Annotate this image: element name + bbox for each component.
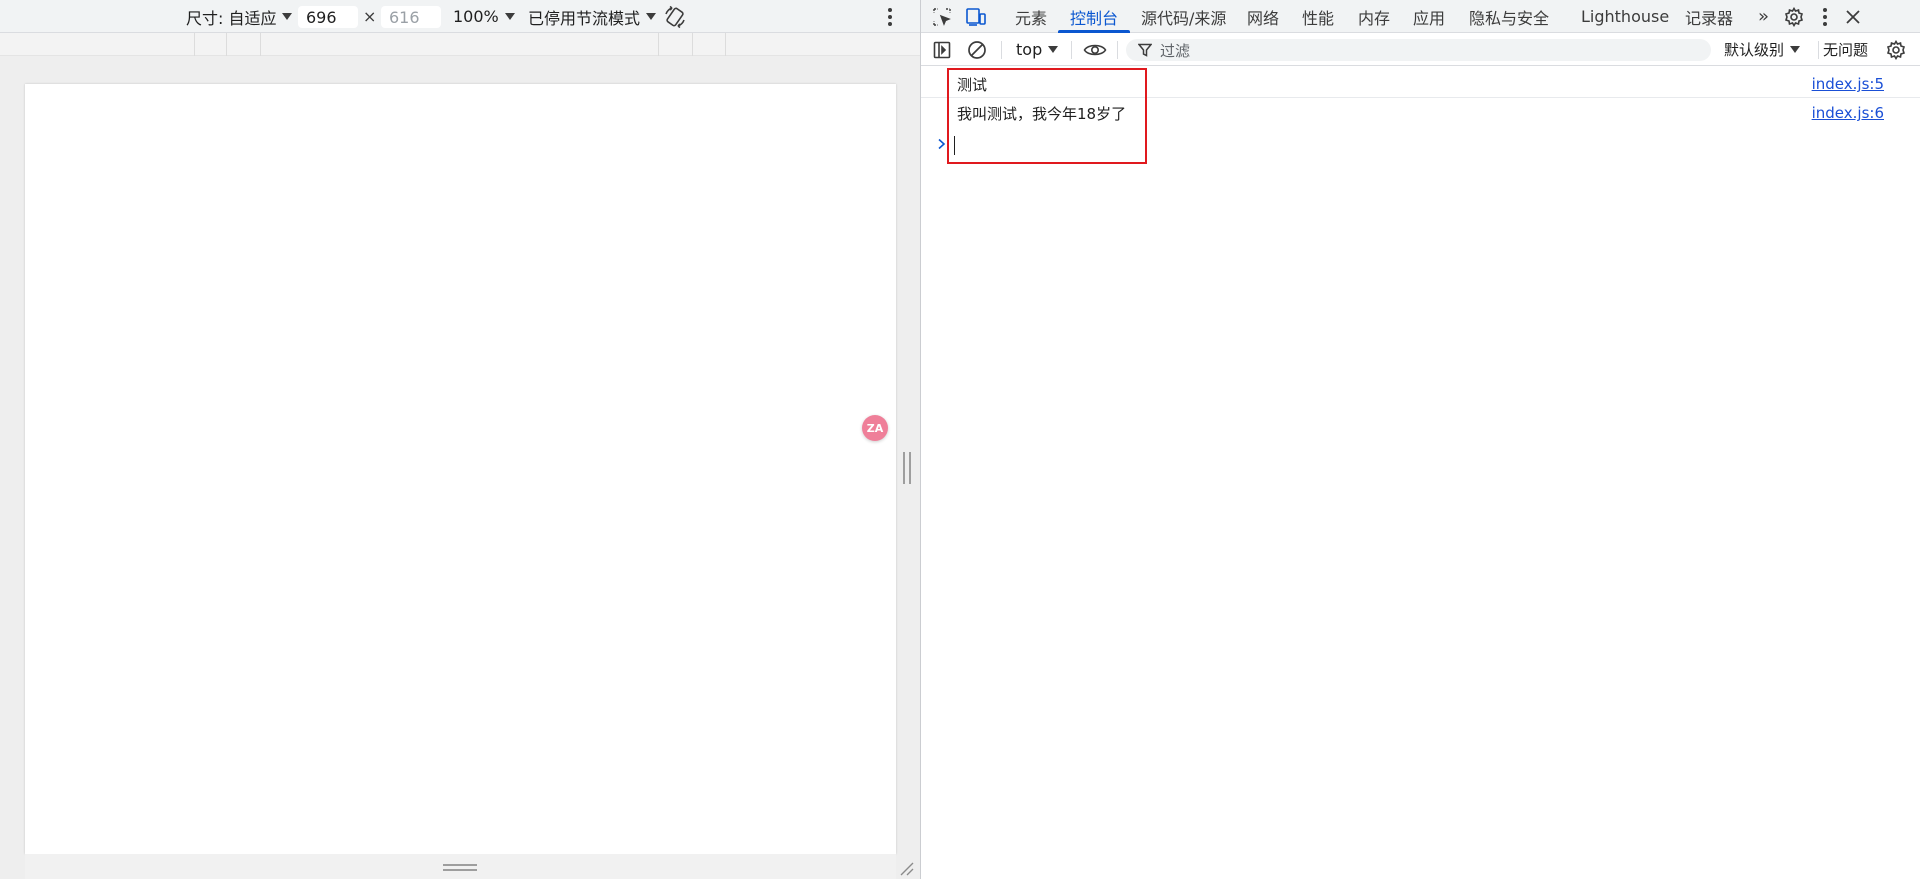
translate-icon[interactable]: ZA	[862, 415, 888, 441]
resize-corner-icon[interactable]	[898, 860, 914, 876]
console-settings-gear-icon[interactable]	[1885, 39, 1907, 61]
resize-handle-bottom[interactable]	[443, 864, 477, 871]
live-expression-eye-icon[interactable]	[1081, 39, 1109, 61]
sidebar-toggle-icon[interactable]	[931, 39, 953, 61]
log-level-selector[interactable]: 默认级别	[1724, 33, 1801, 66]
rotate-icon[interactable]	[662, 4, 688, 30]
source-link[interactable]: index.js:5	[1812, 70, 1884, 98]
resize-handle-right[interactable]	[903, 452, 911, 484]
tab-recorder[interactable]: 记录器	[1685, 0, 1733, 33]
dimensions-dropdown[interactable]: 尺寸: 自适应	[186, 0, 293, 33]
more-options-icon[interactable]	[886, 8, 894, 26]
more-tabs-icon[interactable]: »	[1758, 0, 1769, 33]
media-query-ruler[interactable]	[0, 33, 920, 56]
context-label: top	[1016, 40, 1043, 59]
inspect-element-icon[interactable]	[931, 6, 953, 28]
times-sign: ×	[363, 7, 377, 26]
log-level-label: 默认级别	[1724, 41, 1785, 59]
highlight-annotation-box	[947, 68, 1147, 164]
tab-lighthouse[interactable]: Lighthouse	[1581, 0, 1669, 33]
device-toolbar-icon[interactable]	[965, 6, 987, 28]
tab-privacy-security[interactable]: 隐私与安全	[1469, 0, 1549, 33]
chevron-down-icon	[646, 13, 657, 20]
tab-application[interactable]: 应用	[1413, 0, 1445, 33]
throttle-label: 已停用节流模式	[528, 8, 641, 28]
tab-elements[interactable]: 元素	[1015, 0, 1047, 33]
chevron-down-icon	[504, 13, 515, 20]
filter-funnel-icon	[1138, 43, 1152, 57]
settings-gear-icon[interactable]	[1782, 5, 1806, 29]
device-emulation-pane: 尺寸: 自适应 696 × 616 100% 已停用节流模式 ZA	[0, 0, 920, 879]
tab-console[interactable]: 控制台	[1057, 0, 1131, 33]
chevron-down-icon	[282, 13, 293, 20]
tab-sources[interactable]: 源代码/来源	[1141, 0, 1226, 33]
console-toolbar: top 过滤 默认级别 无问题	[921, 33, 1920, 66]
device-toolbar: 尺寸: 自适应 696 × 616 100% 已停用节流模式	[0, 0, 920, 33]
filter-placeholder: 过滤	[1160, 41, 1191, 60]
height-input[interactable]: 616	[381, 6, 441, 28]
dimensions-label: 尺寸: 自适应	[186, 8, 277, 28]
tab-memory[interactable]: 内存	[1358, 0, 1390, 33]
filter-input[interactable]: 过滤	[1126, 39, 1711, 61]
chevron-down-icon	[1790, 46, 1801, 53]
console-output[interactable]: 测试 index.js:5 我叫测试，我今年18岁了 index.js:6	[921, 66, 1920, 879]
clear-console-icon[interactable]	[966, 39, 988, 61]
context-selector[interactable]: top	[1016, 33, 1059, 66]
close-icon[interactable]	[1843, 7, 1863, 27]
chevron-down-icon	[1048, 46, 1059, 53]
zoom-dropdown[interactable]: 100%	[453, 0, 515, 33]
tab-network[interactable]: 网络	[1247, 0, 1279, 33]
issues-counter[interactable]: 无问题	[1823, 33, 1868, 66]
source-link[interactable]: index.js:6	[1812, 99, 1884, 127]
throttle-dropdown[interactable]: 已停用节流模式	[528, 0, 657, 33]
customize-menu-icon[interactable]	[1821, 8, 1829, 26]
devtools-tab-bar: 元素 控制台 源代码/来源 网络 性能 内存 应用 隐私与安全 Lighthou…	[921, 0, 1920, 33]
zoom-label: 100%	[453, 7, 499, 26]
devtools-panel: 元素 控制台 源代码/来源 网络 性能 内存 应用 隐私与安全 Lighthou…	[920, 0, 1920, 879]
emulated-viewport[interactable]	[25, 84, 896, 854]
tab-performance[interactable]: 性能	[1302, 0, 1334, 33]
width-input[interactable]: 696	[298, 6, 358, 28]
